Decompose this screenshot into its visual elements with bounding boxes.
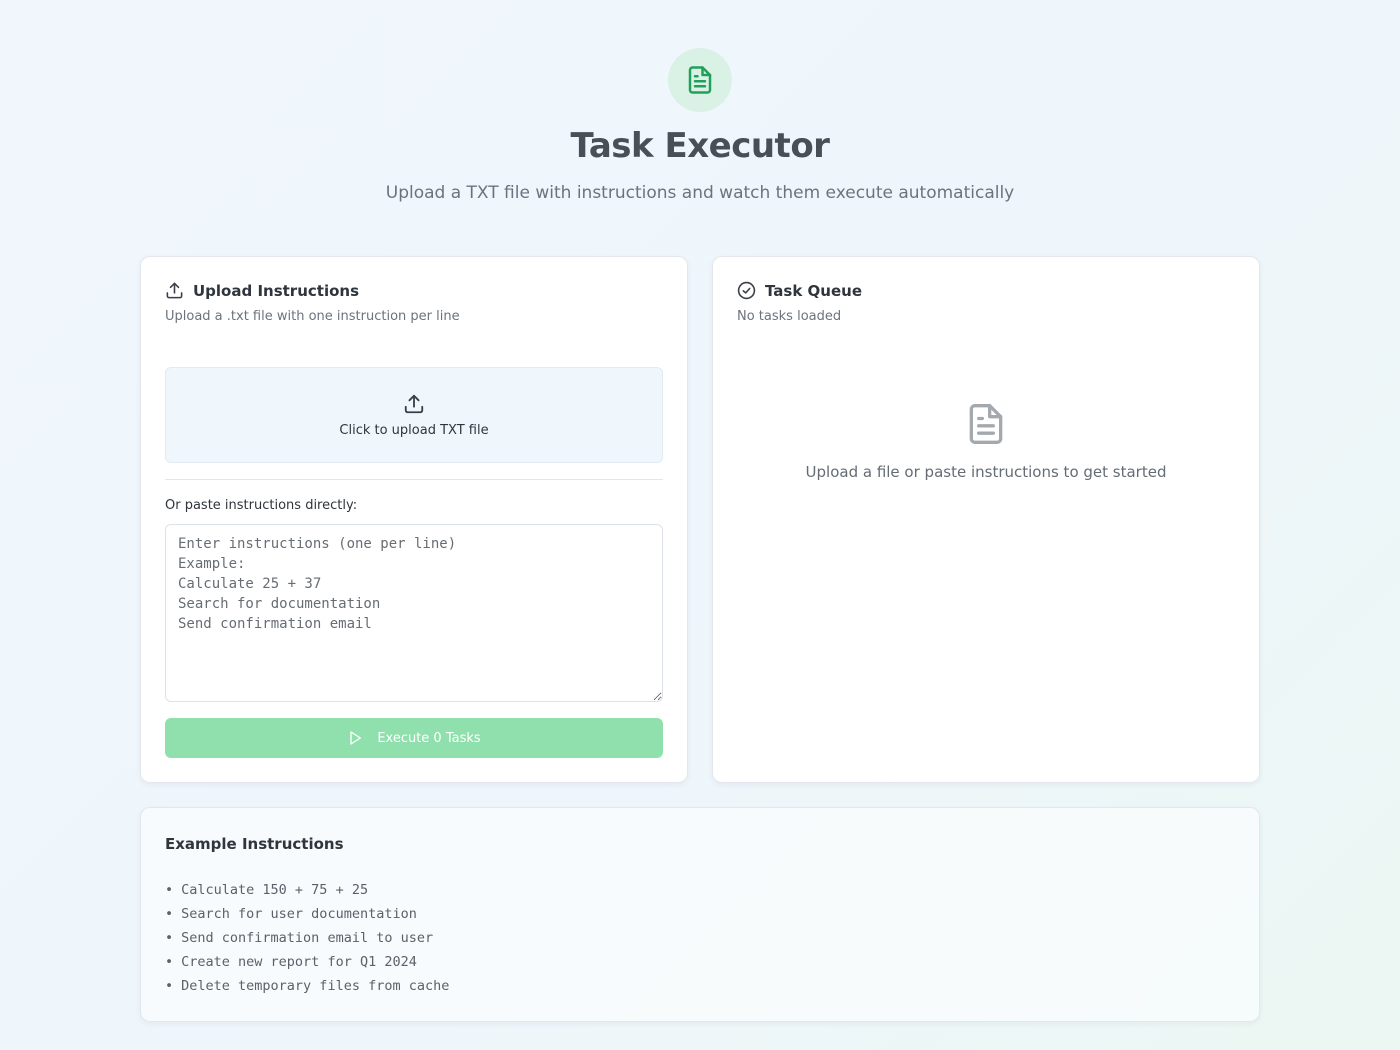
queue-empty-message: Upload a file or paste instructions to g… [805, 463, 1167, 481]
upload-instructions-card: Upload Instructions Upload a .txt file w… [140, 256, 688, 783]
page-subtitle: Upload a TXT file with instructions and … [385, 183, 1015, 203]
section-divider [165, 479, 663, 480]
example-instructions-card: Example Instructions • Calculate 150 + 75… [140, 807, 1260, 1022]
page-title: Task Executor [570, 126, 830, 166]
execute-button-label: Execute 0 Tasks [377, 730, 481, 746]
bullet: • [165, 906, 174, 922]
queue-card-header: Task Queue [737, 281, 862, 300]
list-item: • Calculate 150 + 75 + 25 [165, 882, 369, 898]
file-text-icon [964, 401, 1008, 447]
check-circle-icon [737, 281, 756, 300]
execute-tasks-button[interactable]: Execute 0 Tasks [165, 718, 663, 758]
instructions-textarea[interactable] [165, 524, 663, 702]
list-item: • Send confirmation email to user [165, 930, 434, 946]
list-item: • Search for user documentation [165, 906, 417, 922]
task-queue-card: Task Queue No tasks loaded Upload a file… [712, 256, 1260, 783]
upload-card-title: Upload Instructions [193, 281, 359, 300]
queue-empty-state: Upload a file or paste instructions to g… [713, 401, 1259, 481]
upload-icon [165, 281, 184, 300]
bullet: • [165, 930, 174, 946]
file-text-icon [688, 66, 712, 94]
play-icon [347, 730, 363, 746]
queue-card-title: Task Queue [765, 281, 863, 300]
list-item: • Delete temporary files from cache [165, 978, 450, 994]
upload-drop-zone[interactable]: Click to upload TXT file [165, 367, 663, 463]
bullet: • [165, 954, 174, 970]
examples-title: Example Instructions [165, 835, 344, 853]
bullet: • [165, 978, 174, 994]
upload-drop-label: Click to upload TXT file [339, 422, 489, 438]
paste-instructions-label: Or paste instructions directly: [165, 498, 358, 513]
upload-card-header: Upload Instructions [165, 281, 359, 300]
hero-file-icon [668, 48, 732, 112]
bullet: • [165, 882, 174, 898]
example-list: • Calculate 150 + 75 + 25 • Search for use… [165, 878, 449, 998]
list-item: • Create new report for Q1 2024 [165, 954, 417, 970]
queue-card-description: No tasks loaded [737, 309, 842, 324]
upload-card-description: Upload a .txt file with one instruction … [165, 309, 460, 324]
upload-icon [403, 393, 425, 415]
